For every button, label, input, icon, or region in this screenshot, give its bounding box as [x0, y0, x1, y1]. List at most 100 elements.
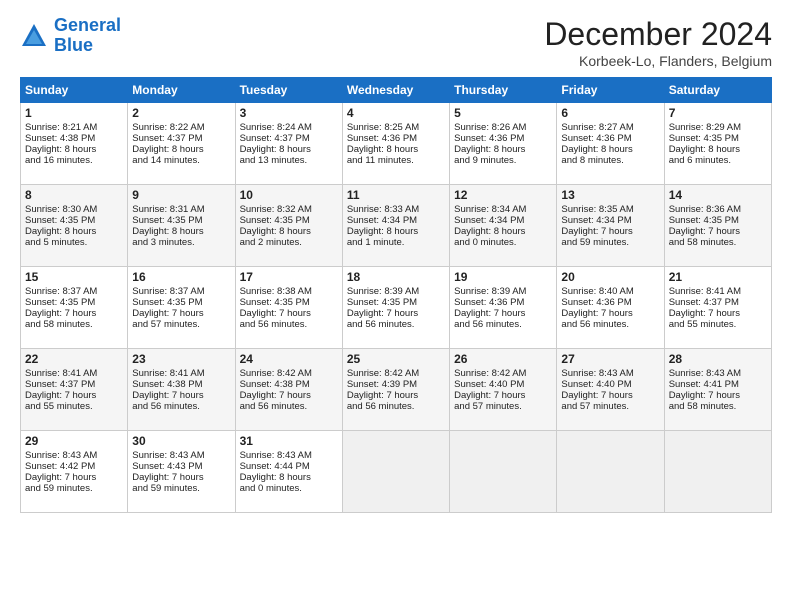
day-info: Sunset: 4:36 PM: [561, 297, 659, 308]
day-number: 29: [25, 434, 123, 448]
day-info: Daylight: 7 hours: [669, 226, 767, 237]
day-info: Sunset: 4:35 PM: [132, 297, 230, 308]
month-title: December 2024: [544, 16, 772, 53]
day-info: Daylight: 7 hours: [454, 390, 552, 401]
day-info: Sunrise: 8:22 AM: [132, 122, 230, 133]
day-info: Daylight: 7 hours: [25, 390, 123, 401]
day-info: Sunset: 4:37 PM: [132, 133, 230, 144]
day-info: and 56 minutes.: [132, 401, 230, 412]
day-info: Sunrise: 8:43 AM: [240, 450, 338, 461]
day-info: and 59 minutes.: [561, 237, 659, 248]
day-number: 16: [132, 270, 230, 284]
day-cell: [450, 431, 557, 513]
day-info: Daylight: 7 hours: [240, 308, 338, 319]
day-info: Sunrise: 8:41 AM: [132, 368, 230, 379]
day-number: 8: [25, 188, 123, 202]
day-number: 26: [454, 352, 552, 366]
day-info: Sunrise: 8:42 AM: [347, 368, 445, 379]
day-cell: 12Sunrise: 8:34 AMSunset: 4:34 PMDayligh…: [450, 185, 557, 267]
day-cell: 29Sunrise: 8:43 AMSunset: 4:42 PMDayligh…: [21, 431, 128, 513]
day-info: and 3 minutes.: [132, 237, 230, 248]
day-info: Daylight: 8 hours: [454, 226, 552, 237]
day-info: Sunset: 4:35 PM: [25, 297, 123, 308]
calendar-table: SundayMondayTuesdayWednesdayThursdayFrid…: [20, 77, 772, 513]
day-info: Sunset: 4:36 PM: [347, 133, 445, 144]
day-cell: 16Sunrise: 8:37 AMSunset: 4:35 PMDayligh…: [128, 267, 235, 349]
day-info: Sunrise: 8:40 AM: [561, 286, 659, 297]
day-cell: 28Sunrise: 8:43 AMSunset: 4:41 PMDayligh…: [664, 349, 771, 431]
day-number: 2: [132, 106, 230, 120]
day-number: 22: [25, 352, 123, 366]
day-info: Daylight: 7 hours: [561, 390, 659, 401]
day-cell: 22 Sunrise: 8:41 AMSunset: 4:37 PMDayligh…: [21, 349, 128, 431]
day-number: 24: [240, 352, 338, 366]
day-cell: 27Sunrise: 8:43 AMSunset: 4:40 PMDayligh…: [557, 349, 664, 431]
day-info: and 6 minutes.: [669, 155, 767, 166]
day-info: Sunrise: 8:43 AM: [669, 368, 767, 379]
day-info: and 9 minutes.: [454, 155, 552, 166]
day-info: Sunrise: 8:21 AM: [25, 122, 123, 133]
day-info: Sunrise: 8:39 AM: [347, 286, 445, 297]
day-info: Daylight: 8 hours: [240, 226, 338, 237]
day-number: 19: [454, 270, 552, 284]
day-cell: [342, 431, 449, 513]
day-number: 10: [240, 188, 338, 202]
day-info: and 57 minutes.: [561, 401, 659, 412]
day-info: and 2 minutes.: [240, 237, 338, 248]
day-info: Sunset: 4:38 PM: [25, 133, 123, 144]
day-info: Sunset: 4:40 PM: [561, 379, 659, 390]
day-info: Sunset: 4:34 PM: [561, 215, 659, 226]
day-header-wednesday: Wednesday: [342, 78, 449, 103]
day-info: Daylight: 7 hours: [25, 308, 123, 319]
day-info: and 0 minutes.: [454, 237, 552, 248]
day-info: Daylight: 7 hours: [669, 308, 767, 319]
day-info: Sunset: 4:37 PM: [25, 379, 123, 390]
day-info: Daylight: 7 hours: [347, 390, 445, 401]
day-info: Sunset: 4:39 PM: [347, 379, 445, 390]
day-info: Sunset: 4:35 PM: [240, 215, 338, 226]
day-info: Sunset: 4:38 PM: [240, 379, 338, 390]
day-info: Sunset: 4:41 PM: [669, 379, 767, 390]
day-info: and 56 minutes.: [240, 401, 338, 412]
day-info: and 56 minutes.: [561, 319, 659, 330]
day-info: and 56 minutes.: [347, 401, 445, 412]
day-cell: 3Sunrise: 8:24 AMSunset: 4:37 PMDaylight…: [235, 103, 342, 185]
day-cell: [664, 431, 771, 513]
day-info: Sunrise: 8:41 AM: [25, 368, 123, 379]
day-number: 21: [669, 270, 767, 284]
day-number: 25: [347, 352, 445, 366]
day-info: Sunset: 4:44 PM: [240, 461, 338, 472]
day-number: 13: [561, 188, 659, 202]
day-info: Daylight: 8 hours: [347, 144, 445, 155]
day-number: 9: [132, 188, 230, 202]
day-number: 1: [25, 106, 123, 120]
day-info: Sunset: 4:35 PM: [240, 297, 338, 308]
day-info: Sunrise: 8:26 AM: [454, 122, 552, 133]
day-info: and 56 minutes.: [347, 319, 445, 330]
day-cell: 7Sunrise: 8:29 AMSunset: 4:35 PMDaylight…: [664, 103, 771, 185]
day-info: and 8 minutes.: [561, 155, 659, 166]
day-info: and 58 minutes.: [669, 401, 767, 412]
day-info: Daylight: 7 hours: [132, 472, 230, 483]
day-info: and 14 minutes.: [132, 155, 230, 166]
day-number: 14: [669, 188, 767, 202]
day-info: Sunset: 4:36 PM: [561, 133, 659, 144]
day-info: Sunrise: 8:30 AM: [25, 204, 123, 215]
day-number: 7: [669, 106, 767, 120]
day-info: Sunset: 4:40 PM: [454, 379, 552, 390]
day-info: Sunset: 4:35 PM: [132, 215, 230, 226]
day-info: Daylight: 8 hours: [132, 144, 230, 155]
day-cell: 31Sunrise: 8:43 AMSunset: 4:44 PMDayligh…: [235, 431, 342, 513]
day-cell: 17Sunrise: 8:38 AMSunset: 4:35 PMDayligh…: [235, 267, 342, 349]
day-info: Sunrise: 8:33 AM: [347, 204, 445, 215]
week-row-5: 29Sunrise: 8:43 AMSunset: 4:42 PMDayligh…: [21, 431, 772, 513]
day-header-sunday: Sunday: [21, 78, 128, 103]
day-info: Sunrise: 8:42 AM: [454, 368, 552, 379]
week-row-3: 15Sunrise: 8:37 AMSunset: 4:35 PMDayligh…: [21, 267, 772, 349]
day-header-tuesday: Tuesday: [235, 78, 342, 103]
day-info: and 16 minutes.: [25, 155, 123, 166]
header-row: SundayMondayTuesdayWednesdayThursdayFrid…: [21, 78, 772, 103]
day-number: 12: [454, 188, 552, 202]
day-info: Daylight: 7 hours: [561, 308, 659, 319]
day-info: Daylight: 8 hours: [240, 144, 338, 155]
